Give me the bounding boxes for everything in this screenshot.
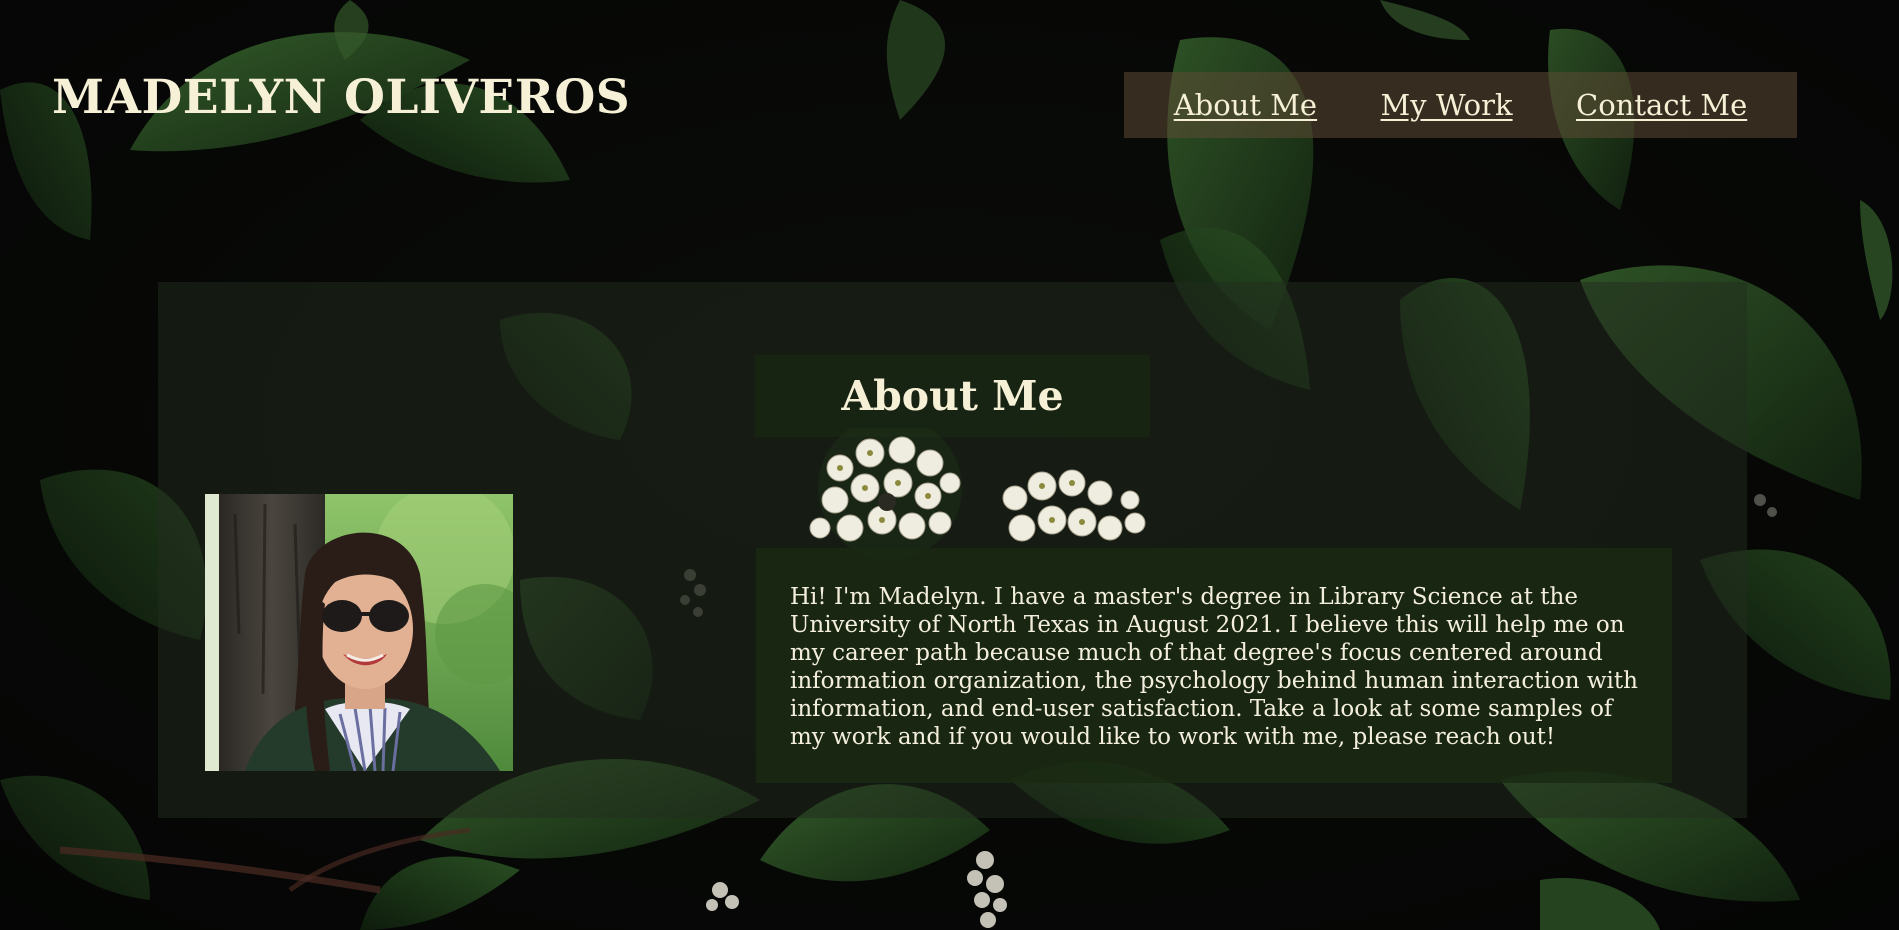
bio-box: Hi! I'm Madelyn. I have a master's degre… (756, 548, 1672, 783)
nav-my-work-link[interactable]: My Work (1381, 88, 1513, 122)
flower-cluster-left (809, 428, 962, 560)
about-heading: About Me (755, 355, 1150, 437)
flower-cluster-right (1002, 469, 1146, 542)
nav-about-me-link[interactable]: About Me (1174, 88, 1317, 122)
page: MADELYN OLIVEROS About Me My Work Contac… (0, 0, 1899, 930)
nav-contact-me-link[interactable]: Contact Me (1576, 88, 1747, 122)
site-title: MADELYN OLIVEROS (52, 70, 631, 125)
main-nav: About Me My Work Contact Me (1124, 72, 1797, 138)
profile-photo (205, 494, 513, 771)
bio-text: Hi! I'm Madelyn. I have a master's degre… (790, 584, 1638, 750)
